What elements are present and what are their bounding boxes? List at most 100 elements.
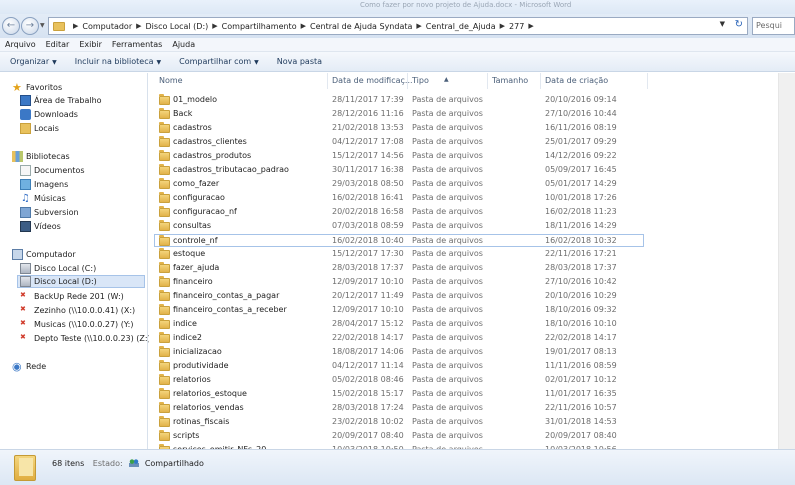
menu-ajuda[interactable]: Ajuda	[172, 40, 195, 49]
breadcrumb-disco-local-d[interactable]: Disco Local (D:)	[146, 22, 209, 31]
sidebar-item-documentos[interactable]: Documentos	[20, 164, 85, 177]
table-row[interactable]: financeiro_contas_a_pagar 20/12/2017 11:4…	[149, 290, 644, 303]
file-type: Pasta de arquivos	[412, 277, 483, 286]
folder-icon	[159, 318, 170, 329]
search-input[interactable]: Pesqui	[752, 17, 795, 35]
breadcrumb-compartilhamento[interactable]: Compartilhamento	[222, 22, 297, 31]
table-row[interactable]: Back 28/12/2016 11:16 Pasta de arquivos 27/…	[149, 108, 644, 121]
window-title-bar: Como fazer por novo projeto de Ajuda.doc…	[0, 0, 795, 14]
address-history-dropdown-icon[interactable]: ▼	[720, 20, 725, 28]
disconnected-drive-icon: ✖	[20, 333, 26, 341]
recent-pages-dropdown-icon[interactable]: ▼	[40, 22, 45, 29]
table-row[interactable]: scripts 20/09/2017 08:40 Pasta de arquivos…	[149, 430, 644, 443]
breadcrumb-computador[interactable]: Computador	[82, 22, 132, 31]
menu-arquivo[interactable]: Arquivo	[5, 40, 36, 49]
column-header-name[interactable]: Nome	[159, 76, 183, 85]
menu-editar[interactable]: Editar	[46, 40, 70, 49]
table-row[interactable]: controle_nf 16/02/2018 10:40 Pasta de arqu…	[154, 234, 644, 247]
sidebar-item-downloads[interactable]: Downloads	[20, 108, 78, 121]
sidebar-item-depto-teste[interactable]: ✖ Depto Teste (\\10.0.0.23) (Z:)	[20, 332, 151, 345]
sidebar-item-disco-local-c[interactable]: Disco Local (C:)	[20, 262, 96, 275]
organize-button[interactable]: Organizar ▼	[10, 57, 57, 66]
sidebar-item-imagens[interactable]: Imagens	[20, 178, 68, 191]
share-with-button[interactable]: Compartilhar com ▼	[179, 57, 259, 66]
table-row[interactable]: cadastros_produtos 15/12/2017 14:56 Pasta …	[149, 150, 644, 163]
table-row[interactable]: relatorios 05/02/2018 08:46 Pasta de arqui…	[149, 374, 644, 387]
address-bar[interactable]: ▶ Computador ▶ Disco Local (D:) ▶ Compar…	[48, 17, 748, 35]
sidebar-item-locais[interactable]: Locais	[20, 122, 59, 135]
folder-icon	[159, 430, 170, 441]
table-row[interactable]: financeiro_contas_a_receber 12/09/2017 10…	[149, 304, 644, 317]
sidebar-item-backup-rede-201[interactable]: ✖ BackUp Rede 201 (W:)	[20, 290, 124, 303]
menu-ferramentas[interactable]: Ferramentas	[112, 40, 162, 49]
table-row[interactable]: cadastros 21/02/2018 13:53 Pasta de arquiv…	[149, 122, 644, 135]
chevron-right-icon[interactable]: ▶	[301, 22, 306, 30]
sidebar-item-disco-local-d[interactable]: Disco Local (D:)	[17, 275, 145, 288]
table-row[interactable]: cadastros_clientes 04/12/2017 17:08 Pasta …	[149, 136, 644, 149]
sidebar-header-label: Favoritos	[26, 83, 63, 92]
chevron-right-icon[interactable]: ▶	[212, 22, 217, 30]
sidebar-item-zezinho[interactable]: ✖ Zezinho (\\10.0.0.41) (X:)	[20, 304, 135, 317]
table-row[interactable]: relatorios_estoque 15/02/2018 15:17 Pasta …	[149, 388, 644, 401]
table-row[interactable]: relatorios_vendas 28/03/2018 17:24 Pasta d…	[149, 402, 644, 415]
table-row[interactable]: financeiro 12/09/2017 10:10 Pasta de arqui…	[149, 276, 644, 289]
sidebar-header-rede[interactable]: ◉ Rede	[12, 360, 46, 373]
chevron-right-icon[interactable]: ▶	[416, 22, 421, 30]
file-name: inicializacao	[173, 347, 222, 356]
table-row[interactable]: consultas 07/03/2018 08:59 Pasta de arquiv…	[149, 220, 644, 233]
file-modified: 28/04/2017 15:12	[332, 319, 404, 328]
table-row[interactable]: configuracao 16/02/2018 16:41 Pasta de arq…	[149, 192, 644, 205]
column-divider[interactable]	[487, 73, 488, 89]
chevron-right-icon[interactable]: ▶	[136, 22, 141, 30]
column-header-type[interactable]: Tipo	[412, 76, 429, 85]
folder-icon	[159, 276, 170, 287]
breadcrumb-central-de-ajuda[interactable]: Central_de_Ajuda	[426, 22, 496, 31]
table-row[interactable]: indice2 22/02/2018 14:17 Pasta de arquivos…	[149, 332, 644, 345]
file-modified: 21/02/2018 13:53	[332, 123, 404, 132]
sidebar-header-computador[interactable]: Computador	[12, 248, 76, 261]
table-row[interactable]: indice 28/04/2017 15:12 Pasta de arquivos 1…	[149, 318, 644, 331]
include-in-library-button[interactable]: Incluir na biblioteca ▼	[75, 57, 161, 66]
sidebar-header-favoritos[interactable]: ★ Favoritos	[12, 81, 62, 94]
table-row[interactable]: estoque 15/12/2017 17:30 Pasta de arquivos…	[149, 248, 644, 261]
chevron-right-icon[interactable]: ▶	[73, 22, 78, 30]
sidebar-item-musicas-network[interactable]: ✖ Musicas (\\10.0.0.27) (Y:)	[20, 318, 133, 331]
column-divider[interactable]	[647, 73, 648, 89]
sidebar-header-bibliotecas[interactable]: Bibliotecas	[12, 150, 70, 163]
disconnected-drive-icon: ✖	[20, 291, 26, 299]
table-row[interactable]: inicializacao 18/08/2017 14:06 Pasta de ar…	[149, 346, 644, 359]
table-row[interactable]: 01_modelo 28/11/2017 17:39 Pasta de arquiv…	[149, 94, 644, 107]
folder-icon	[159, 164, 170, 175]
sidebar-item-videos[interactable]: Vídeos	[20, 220, 61, 233]
table-row[interactable]: rotinas_fiscais 23/02/2018 10:02 Pasta de …	[149, 416, 644, 429]
new-folder-button[interactable]: Nova pasta	[277, 57, 322, 66]
column-divider[interactable]	[327, 73, 328, 89]
table-row[interactable]: cadastros_tributacao_padrao 30/11/2017 16…	[149, 164, 644, 177]
table-row[interactable]: como_fazer 29/03/2018 08:50 Pasta de arqui…	[149, 178, 644, 191]
navigation-bar: ← → ▼ ▶ Computador ▶ Disco Local (D:) ▶ …	[0, 14, 795, 38]
sidebar-item-musicas[interactable]: ♫ Músicas	[20, 192, 66, 205]
forward-button[interactable]: →	[21, 17, 39, 35]
sidebar-item-subversion[interactable]: Subversion	[20, 206, 79, 219]
column-divider[interactable]	[540, 73, 541, 89]
details-text: 68 itens Estado: Compartilhado	[52, 458, 204, 468]
vertical-scrollbar[interactable]	[778, 73, 795, 449]
back-button[interactable]: ←	[2, 17, 20, 35]
table-row[interactable]: configuracao_nf 20/02/2018 16:58 Pasta de …	[149, 206, 644, 219]
column-header-created[interactable]: Data de criação	[545, 76, 608, 85]
refresh-icon[interactable]: ↻	[735, 19, 743, 30]
menu-exibir[interactable]: Exibir	[79, 40, 102, 49]
arrow-right-icon: →	[25, 20, 35, 31]
column-divider[interactable]	[407, 73, 408, 89]
file-created: 20/10/2016 09:14	[545, 95, 617, 104]
column-header-size[interactable]: Tamanho	[492, 76, 528, 85]
breadcrumb-central-de-ajuda-syndata[interactable]: Central de Ajuda Syndata	[310, 22, 412, 31]
file-modified: 15/12/2017 14:56	[332, 151, 404, 160]
table-row[interactable]: fazer_ajuda 28/03/2018 17:37 Pasta de arqu…	[149, 262, 644, 275]
table-row[interactable]: produtividade 04/12/2017 11:14 Pasta de ar…	[149, 360, 644, 373]
chevron-right-icon[interactable]: ▶	[500, 22, 505, 30]
chevron-right-icon[interactable]: ▶	[528, 22, 533, 30]
sidebar-item-area-de-trabalho[interactable]: Área de Trabalho	[20, 94, 102, 107]
breadcrumb-277[interactable]: 277	[509, 22, 524, 31]
column-header-modified[interactable]: Data de modificaç...	[332, 76, 413, 85]
